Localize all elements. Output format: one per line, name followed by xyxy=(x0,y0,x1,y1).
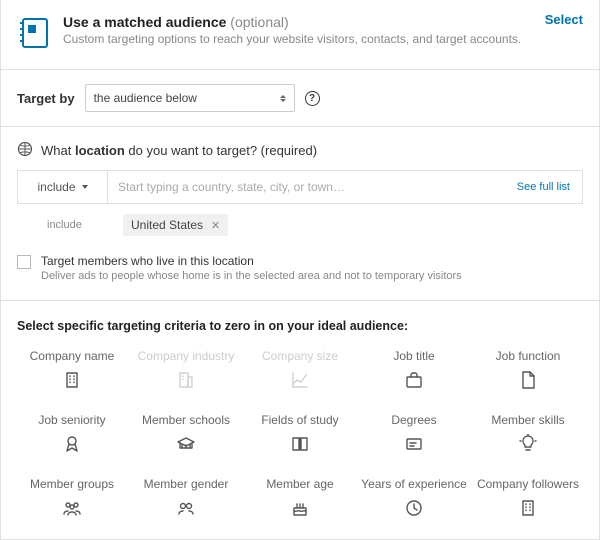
criteria-item-company-followers[interactable]: Company followers xyxy=(473,477,583,519)
help-icon[interactable]: ? xyxy=(305,91,320,106)
criteria-section: Select specific targeting criteria to ze… xyxy=(0,301,600,540)
clock-icon xyxy=(403,497,425,519)
location-question-text: What location do you want to target? (re… xyxy=(41,143,317,158)
location-live-text: Target members who live in this location… xyxy=(41,254,462,282)
matched-audience-title-text: Use a matched audience xyxy=(63,14,226,30)
book-icon xyxy=(289,433,311,455)
matched-audience-card: Use a matched audience (optional) Custom… xyxy=(0,0,600,70)
degree-icon xyxy=(403,433,425,455)
matched-audience-title: Use a matched audience (optional) xyxy=(63,14,583,30)
bulb-icon xyxy=(517,433,539,455)
criteria-label: Years of experience xyxy=(361,477,467,491)
criteria-item-degrees[interactable]: Degrees xyxy=(359,413,469,455)
location-live-sub: Deliver ads to people whose home is in t… xyxy=(41,270,462,282)
target-by-label: Target by xyxy=(17,91,75,106)
criteria-label: Member age xyxy=(266,477,333,491)
criteria-label: Company size xyxy=(262,349,338,363)
criteria-item-company-industry: Company industry xyxy=(131,349,241,391)
matched-audience-optional: (optional) xyxy=(230,14,288,30)
criteria-item-member-age[interactable]: Member age xyxy=(245,477,355,519)
group-icon xyxy=(61,497,83,519)
location-section: What location do you want to target? (re… xyxy=(0,127,600,301)
location-q-post: do you want to target? (required) xyxy=(125,143,317,158)
criteria-item-member-groups[interactable]: Member groups xyxy=(17,477,127,519)
location-q-pre: What xyxy=(41,143,75,158)
location-input[interactable] xyxy=(108,171,505,203)
criteria-item-member-gender[interactable]: Member gender xyxy=(131,477,241,519)
criteria-label: Member gender xyxy=(144,477,229,491)
criteria-label: Job seniority xyxy=(38,413,105,427)
criteria-item-job-title[interactable]: Job title xyxy=(359,349,469,391)
document-icon xyxy=(517,369,539,391)
location-input-row: include See full list xyxy=(17,170,583,204)
location-live-checkbox[interactable] xyxy=(17,255,31,269)
location-live-title: Target members who live in this location xyxy=(41,254,462,268)
criteria-label: Job function xyxy=(496,349,561,363)
building-icon xyxy=(517,497,539,519)
building-icon xyxy=(61,369,83,391)
criteria-label: Degrees xyxy=(391,413,436,427)
target-by-select[interactable]: the audience below xyxy=(85,84,295,112)
location-question: What location do you want to target? (re… xyxy=(17,141,583,160)
location-live-checkbox-row: Target members who live in this location… xyxy=(17,254,583,282)
criteria-item-job-function[interactable]: Job function xyxy=(473,349,583,391)
location-chip-label: United States xyxy=(131,218,203,232)
criteria-item-fields-of-study[interactable]: Fields of study xyxy=(245,413,355,455)
location-q-bold: location xyxy=(75,143,125,158)
criteria-item-company-size: Company size xyxy=(245,349,355,391)
criteria-label: Member groups xyxy=(30,477,114,491)
criteria-label: Fields of study xyxy=(261,413,338,427)
close-icon[interactable]: ✕ xyxy=(211,219,220,232)
matched-audience-text: Use a matched audience (optional) Custom… xyxy=(63,14,583,48)
location-chip: United States ✕ xyxy=(123,214,228,236)
criteria-item-member-skills[interactable]: Member skills xyxy=(473,413,583,455)
criteria-item-years-of-experience[interactable]: Years of experience xyxy=(359,477,469,519)
criteria-grid: Company name Company industry Company size… xyxy=(17,349,583,519)
target-by-row: Target by the audience below ? xyxy=(0,70,600,127)
school-icon xyxy=(175,433,197,455)
criteria-label: Company industry xyxy=(138,349,235,363)
location-see-full-list[interactable]: See full list xyxy=(505,171,582,203)
location-include-label: include xyxy=(37,180,75,194)
industry-icon xyxy=(175,369,197,391)
criteria-label: Job title xyxy=(393,349,434,363)
globe-icon xyxy=(17,141,33,160)
criteria-item-job-seniority[interactable]: Job seniority xyxy=(17,413,127,455)
briefcase-icon xyxy=(403,369,425,391)
location-tags-row: include United States ✕ xyxy=(17,204,583,236)
address-book-icon xyxy=(17,16,51,53)
stepper-icon xyxy=(280,95,286,102)
chevron-down-icon xyxy=(82,185,88,189)
criteria-label: Company name xyxy=(30,349,115,363)
matched-audience-subtitle: Custom targeting options to reach your w… xyxy=(63,32,583,48)
gender-icon xyxy=(175,497,197,519)
chart-icon xyxy=(289,369,311,391)
location-include-dropdown[interactable]: include xyxy=(18,171,108,203)
cake-icon xyxy=(289,497,311,519)
criteria-label: Company followers xyxy=(477,477,579,491)
matched-audience-select-link[interactable]: Select xyxy=(545,12,583,27)
criteria-item-member-schools[interactable]: Member schools xyxy=(131,413,241,455)
criteria-heading: Select specific targeting criteria to ze… xyxy=(17,319,583,333)
medal-icon xyxy=(61,433,83,455)
target-by-value: the audience below xyxy=(94,91,197,105)
criteria-item-company-name[interactable]: Company name xyxy=(17,349,127,391)
criteria-label: Member skills xyxy=(491,413,564,427)
location-tags-label: include xyxy=(47,219,105,231)
criteria-label: Member schools xyxy=(142,413,230,427)
